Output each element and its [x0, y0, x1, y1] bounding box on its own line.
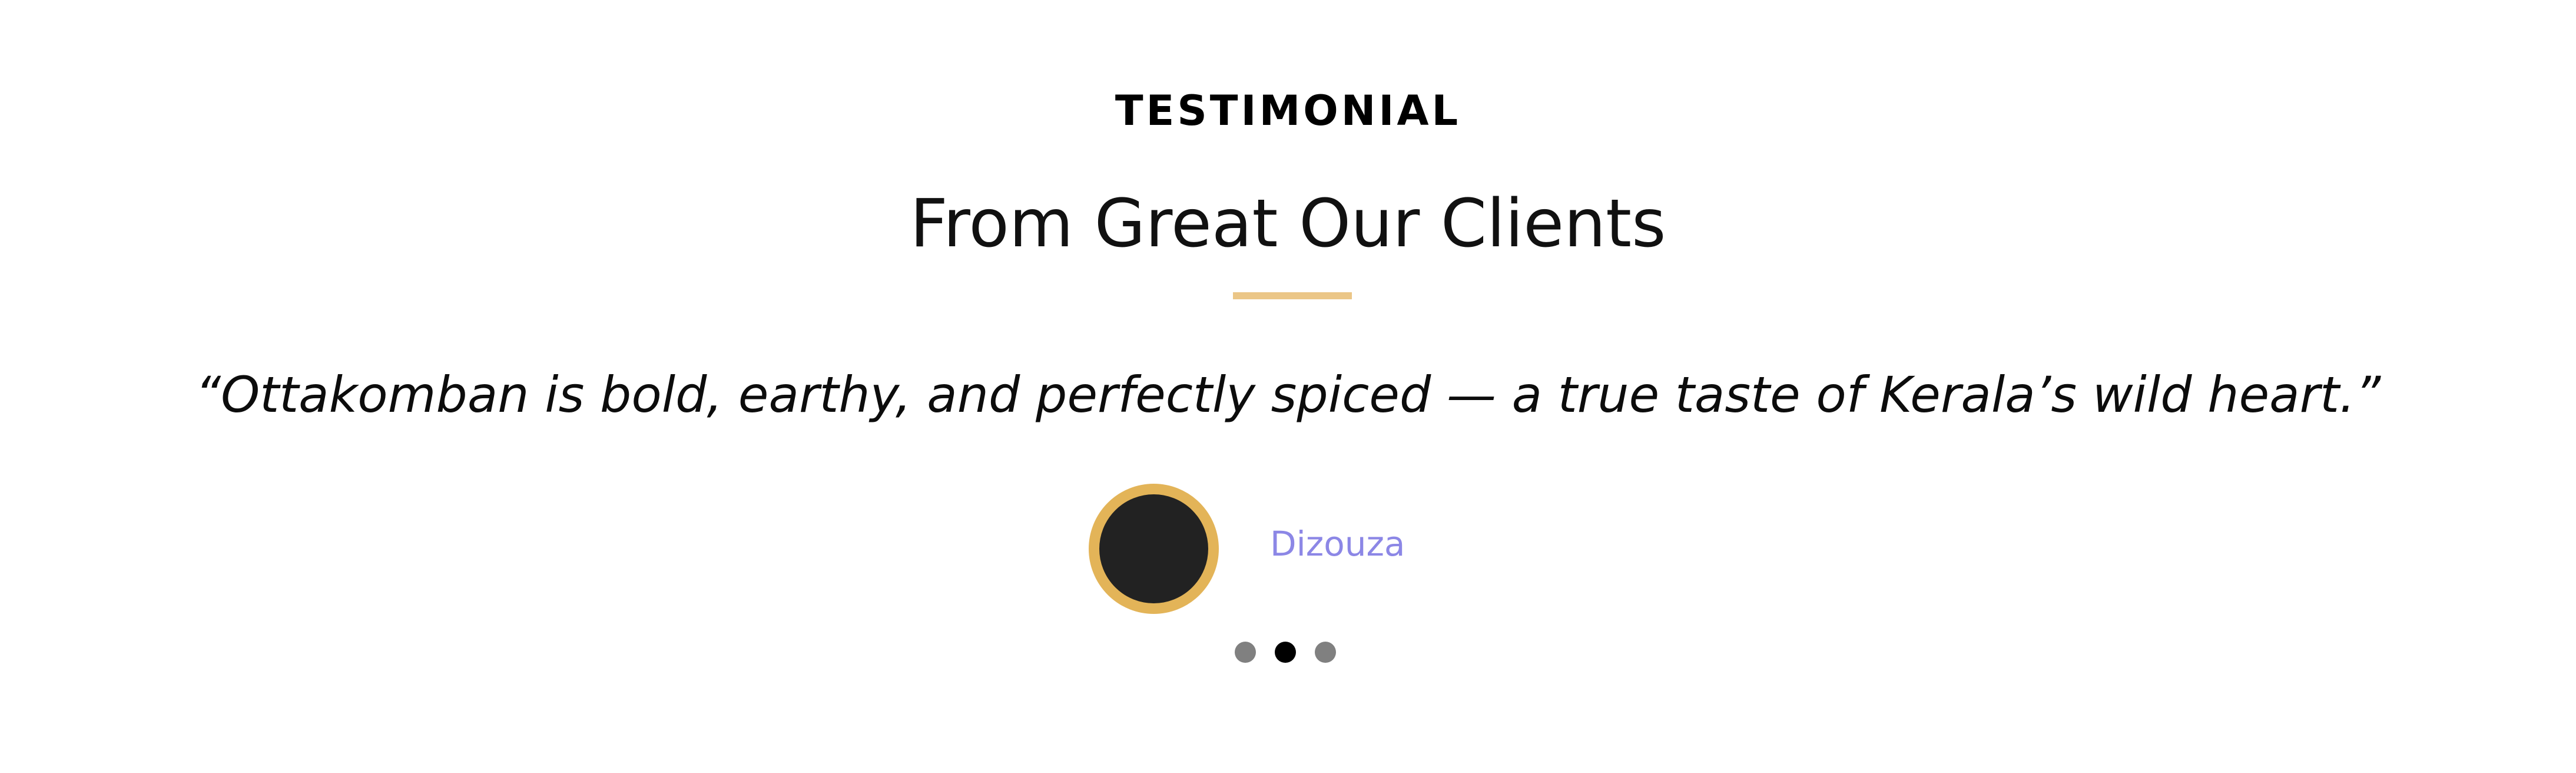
section-heading: From Great Our Clients [910, 186, 1666, 262]
carousel-dot-3[interactable] [1315, 642, 1336, 663]
testimonial-quote: “Ottakomban is bold, earthy, and perfect… [195, 366, 2381, 424]
section-eyebrow: TESTIMONIAL [1115, 87, 1461, 135]
author-avatar [1089, 484, 1219, 614]
carousel-dots [1235, 642, 1336, 664]
carousel-dot-1[interactable] [1235, 642, 1256, 663]
carousel-dot-2[interactable] [1275, 642, 1296, 663]
testimonial-section: TESTIMONIAL From Great Our Clients “Otta… [0, 0, 2576, 773]
heading-divider [1233, 292, 1352, 299]
author-name: Dizouza [1270, 524, 1405, 564]
